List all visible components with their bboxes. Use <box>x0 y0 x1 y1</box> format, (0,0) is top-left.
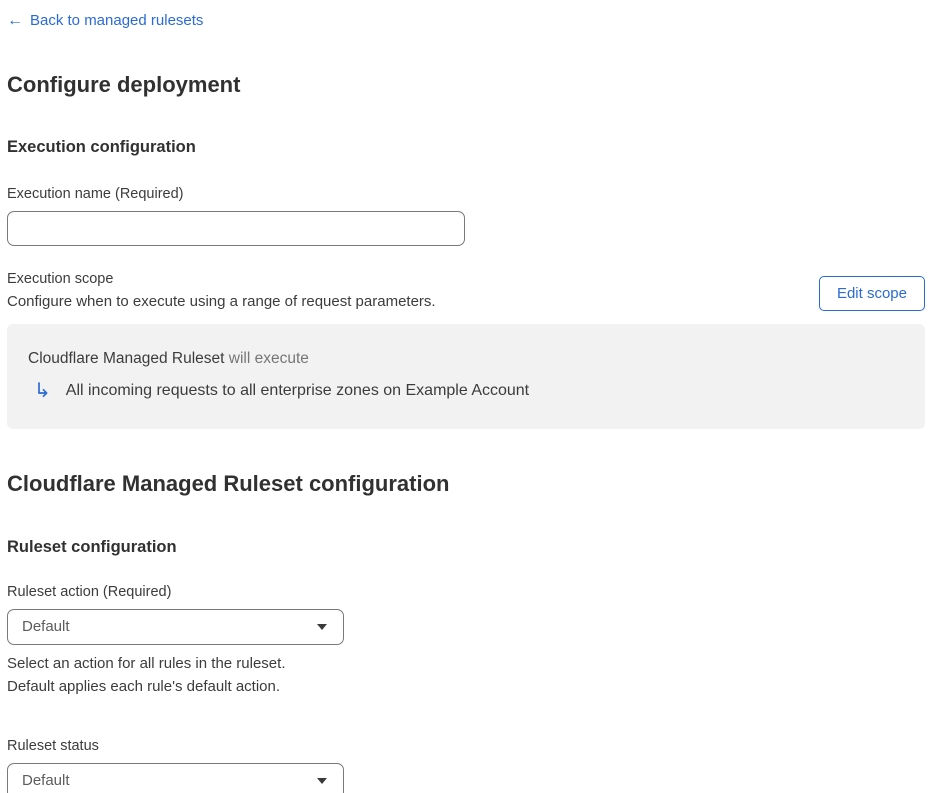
back-link-label: Back to managed rulesets <box>30 12 204 29</box>
ruleset-configuration-title: Cloudflare Managed Ruleset configuration <box>7 470 450 496</box>
scope-will-execute-text: will execute <box>224 349 309 367</box>
ruleset-configuration-subheading: Ruleset configuration <box>7 537 177 556</box>
ruleset-action-help-line2: Default applies each rule's default acti… <box>7 677 281 695</box>
scope-summary-panel: Cloudflare Managed Ruleset will execute … <box>7 323 925 429</box>
back-arrow-icon: ← <box>7 11 23 29</box>
chevron-down-icon <box>317 777 327 784</box>
ruleset-action-help: Select an action for all rules in the ru… <box>7 652 925 698</box>
execution-scope-description: Configure when to execute using a range … <box>7 292 436 310</box>
ruleset-status-select[interactable]: Default <box>7 762 344 793</box>
ruleset-action-label: Ruleset action (Required) <box>7 583 172 600</box>
execution-scope-text: Execution scope Configure when to execut… <box>7 271 436 313</box>
execution-scope-row: Execution scope Configure when to execut… <box>7 271 925 313</box>
execution-configuration-heading: Execution configuration <box>7 137 196 156</box>
execution-name-label: Execution name (Required) <box>7 185 184 202</box>
edit-scope-button[interactable]: Edit scope <box>818 275 925 311</box>
ruleset-status-value: Default <box>22 772 70 789</box>
chevron-down-icon <box>317 623 327 630</box>
scope-summary-title: Cloudflare Managed Ruleset will execute <box>28 350 905 368</box>
execution-scope-label: Execution scope <box>7 270 114 287</box>
ruleset-action-help-line1: Select an action for all rules in the ru… <box>7 654 286 672</box>
ruleset-status-label: Ruleset status <box>7 737 99 754</box>
configure-deployment-page: ← Back to managed rulesets Configure dep… <box>0 0 931 793</box>
execution-name-input[interactable] <box>7 210 465 246</box>
page-title: Configure deployment <box>7 71 241 97</box>
back-to-managed-rulesets-link[interactable]: ← Back to managed rulesets <box>7 12 203 29</box>
ruleset-action-value: Default <box>22 618 70 635</box>
scope-summary-detail: ↳ All incoming requests to all enterpris… <box>28 381 905 401</box>
scope-ruleset-name: Cloudflare Managed Ruleset <box>28 349 225 367</box>
branch-arrow-icon: ↳ <box>34 379 51 402</box>
scope-detail-text: All incoming requests to all enterprise … <box>65 381 530 399</box>
ruleset-action-select[interactable]: Default <box>7 608 344 645</box>
